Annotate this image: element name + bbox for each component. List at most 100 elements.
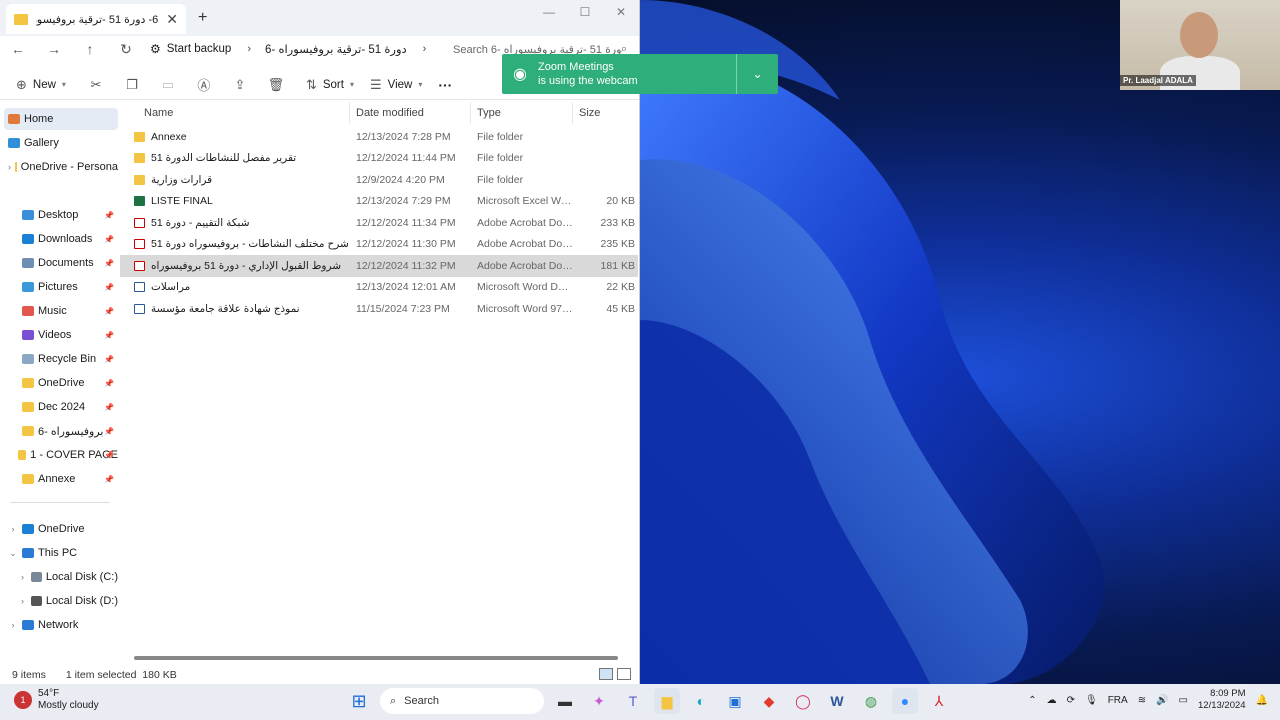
pin-icon[interactable]: 📌	[104, 403, 114, 412]
up-arrow-icon[interactable]: ↑	[72, 41, 108, 57]
file-row[interactable]: نموذج شهادة علاقة جامعة مؤسسة 11/15/2024 …	[120, 298, 638, 320]
paste-icon[interactable]: ▭	[150, 77, 186, 93]
chevron-right-icon[interactable]: ›	[423, 43, 427, 55]
view-button[interactable]: ☰ View ▾	[362, 71, 430, 99]
task-view-icon[interactable]: ▬	[552, 688, 578, 714]
cut-icon[interactable]: ✂	[78, 77, 114, 93]
nav-quick-item[interactable]: 6- بروفيسوراه 📌	[4, 420, 118, 442]
file-row[interactable]: مراسلات 12/13/2024 12:01 AM Microsoft Word…	[120, 277, 638, 299]
notification-bell-icon[interactable]: 🔔	[1256, 695, 1268, 706]
chevron-icon[interactable]: ›	[18, 596, 27, 606]
file-explorer-icon[interactable]: ▆	[654, 688, 680, 714]
webcam-thumbnail[interactable]: Pr. Laadjal ADALA	[1120, 0, 1280, 90]
file-row[interactable]: شروط القبول الإداري - دورة 51 بروفيسوراه…	[120, 255, 638, 277]
wifi-icon[interactable]: ≋	[1138, 695, 1146, 706]
nav-quick-item[interactable]: 1 - COVER PAGE 📌	[4, 444, 118, 466]
word-icon[interactable]: W	[824, 688, 850, 714]
windows-start-icon[interactable]: ⊞	[346, 688, 372, 714]
copy-icon[interactable]: ❐	[114, 77, 150, 93]
nav-quick-item[interactable]: Annexe 📌	[4, 468, 118, 490]
chevron-up-icon[interactable]: ⌃	[1028, 695, 1036, 706]
pin-icon[interactable]: 📌	[104, 307, 114, 316]
maximize-button[interactable]: ☐	[567, 0, 603, 24]
chevron-icon[interactable]: ⌄	[8, 548, 18, 559]
pin-icon[interactable]: 📌	[104, 283, 114, 292]
teams-icon[interactable]: T	[620, 688, 646, 714]
file-row[interactable]: Annexe 12/13/2024 7:28 PM File folder	[120, 126, 638, 148]
nav-onedrive-personal[interactable]: › OneDrive - Persona	[4, 156, 118, 178]
chrome-icon[interactable]: ◍	[858, 688, 884, 714]
new-tab-button[interactable]: +	[198, 9, 207, 27]
column-size[interactable]: Size	[573, 102, 637, 124]
nav-gallery[interactable]: Gallery	[4, 132, 118, 154]
pin-icon[interactable]: 📌	[104, 379, 114, 388]
nav-quick-item[interactable]: OneDrive 📌	[4, 372, 118, 394]
tab-current-folder[interactable]: 6- دورة 51 -ترقية بروفيسوراه ✕	[6, 4, 186, 34]
delete-icon[interactable]: 🗑	[258, 77, 294, 93]
pin-icon[interactable]: 📌	[104, 427, 114, 436]
nav-quick-item[interactable]: Dec 2024 📌	[4, 396, 118, 418]
rename-icon[interactable]: Ⓐ	[186, 75, 222, 94]
anydesk-icon[interactable]: ◆	[756, 688, 782, 714]
zoom-icon[interactable]: ●	[892, 688, 918, 714]
nav-home[interactable]: Home	[4, 108, 118, 130]
nav-tree-item[interactable]: › Local Disk (D:)	[4, 590, 118, 612]
pin-icon[interactable]: 📌	[104, 475, 114, 484]
start-backup-button[interactable]: Start backup	[167, 43, 232, 55]
nav-tree-item[interactable]: ⌄ This PC	[4, 542, 118, 564]
pin-icon[interactable]: 📌	[104, 259, 114, 268]
column-type[interactable]: Type	[471, 102, 573, 124]
edge-icon[interactable]: ◐	[688, 688, 714, 714]
nav-tree-item[interactable]: › OneDrive	[4, 518, 118, 540]
close-tab-icon[interactable]: ✕	[166, 11, 178, 28]
column-date-modified[interactable]: Date modified	[350, 102, 471, 124]
file-row[interactable]: تقرير مفصل للنشاطات الدورة 51 12/12/2024 …	[120, 148, 638, 170]
file-row[interactable]: شرح مختلف النشاطات - بروفيسوراه دورة 51 1…	[120, 234, 638, 256]
nav-quick-item[interactable]: Videos 📌	[4, 324, 118, 346]
sort-button[interactable]: ⇅ Sort ▾	[298, 71, 362, 99]
taskbar-search[interactable]: ⌕ Search	[380, 688, 544, 714]
chevron-down-icon[interactable]: ⌄	[736, 54, 778, 94]
language-indicator[interactable]: FRA	[1108, 695, 1128, 706]
chevron-icon[interactable]: ›	[8, 524, 18, 534]
sync-icon[interactable]: ⟳	[1067, 695, 1075, 706]
file-row[interactable]: قرارات وزارية 12/9/2024 4:20 PM File folde…	[120, 169, 638, 191]
back-arrow-icon[interactable]: ←	[0, 41, 36, 57]
pin-icon[interactable]: 📌	[104, 451, 114, 460]
nav-tree-item[interactable]: › Network	[4, 614, 118, 636]
pin-icon[interactable]: 📌	[104, 355, 114, 364]
nav-tree-item[interactable]: › Local Disk (C:)	[4, 566, 118, 588]
file-row[interactable]: شبكة التقييم - دورة 51 12/12/2024 11:34 P…	[120, 212, 638, 234]
column-name[interactable]: Name	[120, 102, 350, 124]
close-window-button[interactable]: ✕	[603, 0, 639, 24]
pin-icon[interactable]: 📌	[104, 235, 114, 244]
store-icon[interactable]: ▣	[722, 688, 748, 714]
microphone-icon[interactable]: 🎙	[1085, 695, 1098, 706]
chevron-icon[interactable]: ›	[8, 620, 18, 630]
horizontal-scrollbar[interactable]	[134, 656, 618, 660]
new-button[interactable]: ⊕ New ▾	[8, 71, 74, 99]
more-options-button[interactable]: ···	[430, 71, 460, 99]
opera-icon[interactable]: ◯	[790, 688, 816, 714]
copilot-icon[interactable]: ✦	[586, 688, 612, 714]
chevron-right-icon[interactable]: ›	[8, 162, 11, 172]
file-row[interactable]: LISTE FINAL 12/13/2024 7:29 PM Microsoft E…	[120, 191, 638, 213]
share-icon[interactable]: ⇪	[222, 77, 258, 93]
nav-quick-item[interactable]: Music 📌	[4, 300, 118, 322]
weather-widget[interactable]: 1 54°F Mostly cloudy	[14, 688, 99, 712]
volume-icon[interactable]: 🔊	[1156, 695, 1168, 706]
nav-quick-item[interactable]: Pictures 📌	[4, 276, 118, 298]
minimize-button[interactable]: —	[531, 0, 567, 24]
breadcrumb-current-folder[interactable]: 6- دورة 51 -ترقية بروفيسوراه	[265, 42, 407, 56]
forward-arrow-icon[interactable]: →	[36, 41, 72, 57]
tiles-view-icon[interactable]	[617, 668, 631, 680]
chevron-icon[interactable]: ›	[18, 572, 27, 582]
clock[interactable]: 8:09 PM 12/13/2024	[1198, 688, 1246, 712]
pin-icon[interactable]: 📌	[104, 211, 114, 220]
nav-quick-item[interactable]: Recycle Bin 📌	[4, 348, 118, 370]
pin-icon[interactable]: 📌	[104, 331, 114, 340]
battery-icon[interactable]: ▭	[1179, 695, 1188, 706]
nav-quick-item[interactable]: Desktop 📌	[4, 204, 118, 226]
zoom-webcam-notification[interactable]: ◉ Zoom Meetings is using the webcam ⌄	[502, 54, 778, 94]
nav-quick-item[interactable]: Downloads 📌	[4, 228, 118, 250]
